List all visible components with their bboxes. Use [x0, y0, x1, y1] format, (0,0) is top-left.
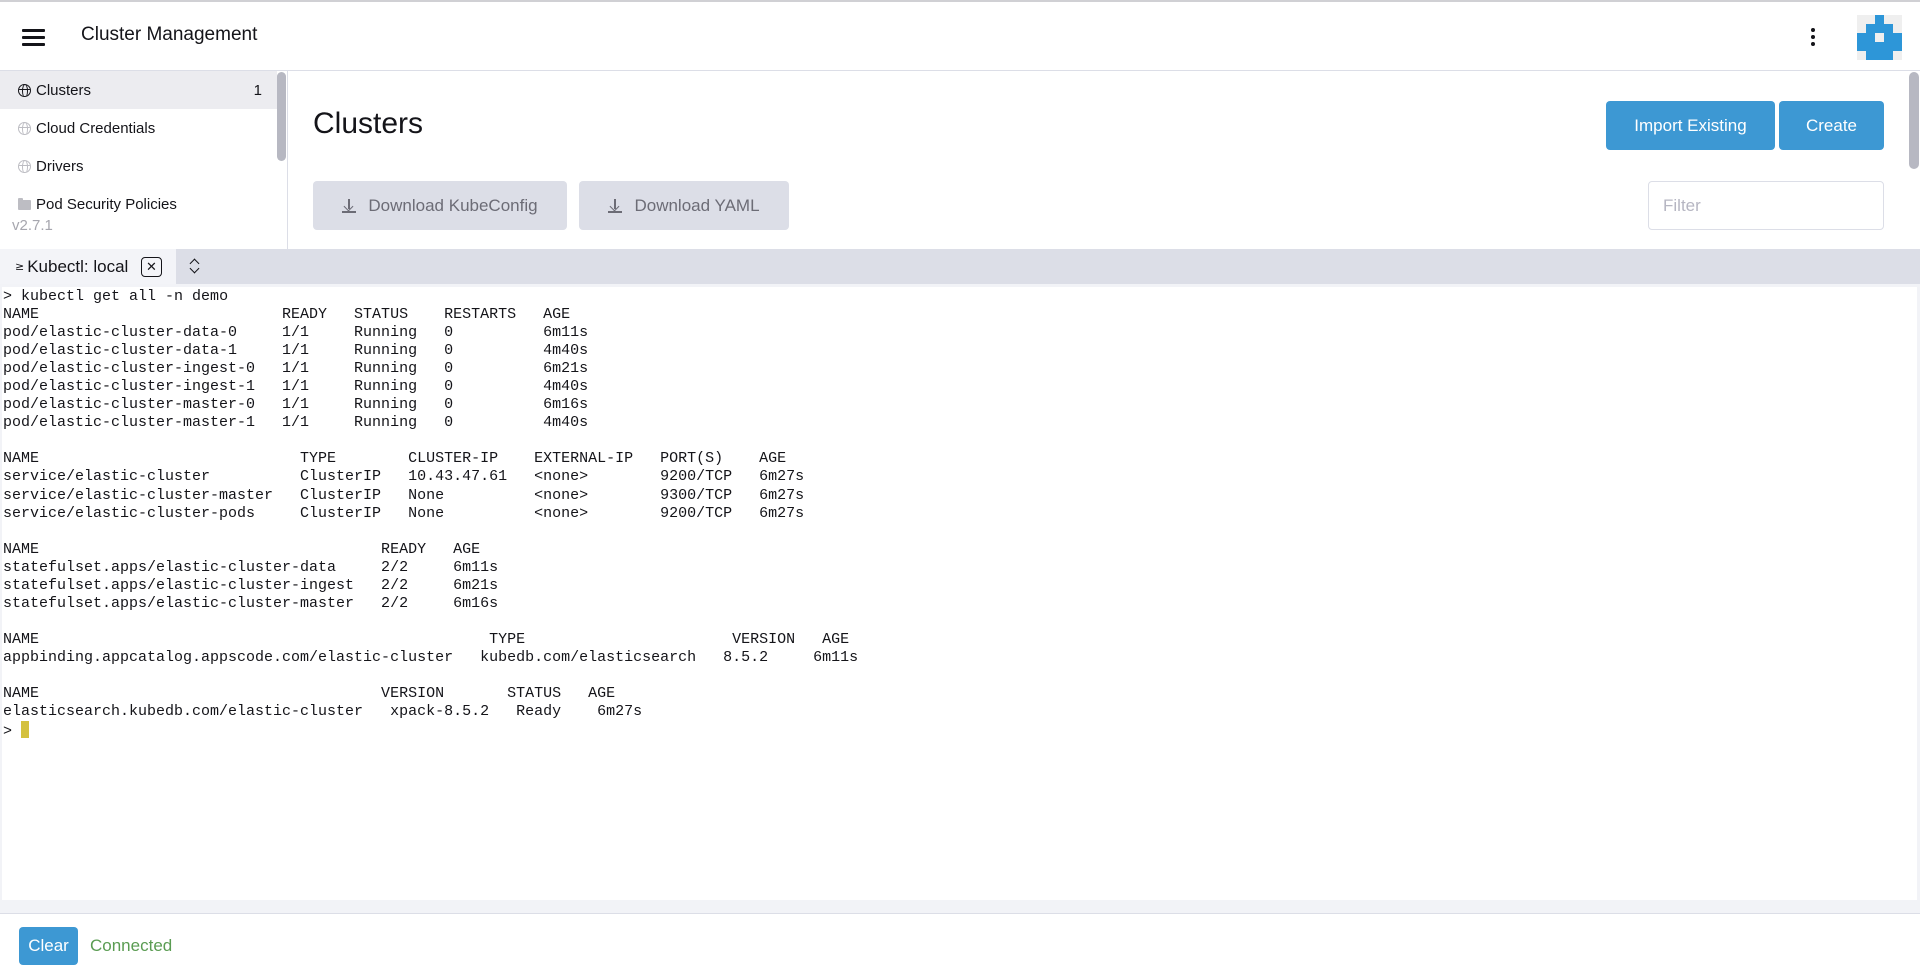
avatar-cell — [1866, 42, 1875, 51]
command-line: kubectl get all -n demo — [21, 288, 229, 305]
avatar-cell — [1866, 51, 1875, 60]
avatar-cell — [1875, 33, 1884, 42]
sidebar-scrollbar[interactable] — [277, 72, 286, 161]
download-kubeconfig-label: Download KubeConfig — [368, 195, 538, 215]
avatar-cell — [1875, 51, 1884, 60]
terminal-tabbar: ≥ Kubectl: local ✕ — [0, 249, 1920, 284]
avatar-cell — [1893, 51, 1902, 60]
globe-icon — [18, 83, 31, 97]
avatar-cell — [1884, 33, 1893, 42]
download-yaml-label: Download YAML — [634, 195, 760, 215]
avatar-cell — [1857, 15, 1866, 24]
expand-collapse-icon[interactable] — [188, 256, 202, 276]
avatar-cell — [1893, 42, 1902, 51]
app-header: Cluster Management — [0, 0, 1920, 71]
avatar-cell — [1857, 33, 1866, 42]
sidebar-item-label: Pod Security Policies — [36, 195, 177, 213]
terminal-text: > kubectl get all -n demo NAME READY STA… — [3, 288, 858, 741]
kebab-menu-icon[interactable] — [1808, 26, 1818, 48]
sidebar-item-cloud-credentials[interactable]: Cloud Credentials — [0, 109, 277, 147]
avatar-cell — [1893, 15, 1902, 24]
terminal-footer: Clear Connected — [0, 914, 1920, 976]
avatar-cell — [1884, 24, 1893, 33]
avatar-cell — [1875, 15, 1884, 24]
close-icon[interactable]: ✕ — [141, 257, 162, 277]
terminal-container: > kubectl get all -n demo NAME READY STA… — [0, 284, 1920, 914]
hamburger-menu-icon[interactable] — [22, 28, 46, 46]
terminal-output[interactable]: > kubectl get all -n demo NAME READY STA… — [2, 287, 1917, 900]
avatar-cell — [1875, 42, 1884, 51]
main-content: Clusters Import Existing Create Download… — [288, 71, 1920, 249]
create-button[interactable]: Create — [1779, 101, 1884, 150]
tab-label: Kubectl: local — [27, 256, 129, 276]
avatar-cell — [1857, 42, 1866, 51]
avatar-cell — [1857, 51, 1866, 60]
avatar-cell — [1875, 24, 1884, 33]
import-existing-button[interactable]: Import Existing — [1606, 101, 1775, 150]
sidebar-item-clusters[interactable]: Clusters 1 — [0, 71, 277, 109]
avatar-cell — [1893, 33, 1902, 42]
connection-status: Connected — [90, 936, 173, 955]
avatar-cell — [1857, 24, 1866, 33]
avatar-cell — [1884, 15, 1893, 24]
download-icon — [342, 198, 357, 213]
avatar-cell — [1866, 24, 1875, 33]
prompt: > — [3, 288, 13, 305]
globe-icon — [18, 121, 31, 135]
user-avatar[interactable] — [1857, 15, 1902, 60]
command-output: NAME READY STATUS RESTARTS AGE pod/elast… — [3, 306, 859, 721]
terminal-cursor — [21, 721, 30, 739]
download-icon — [608, 198, 623, 213]
main-scrollbar[interactable] — [1909, 72, 1919, 169]
sidebar-item-drivers[interactable]: Drivers — [0, 147, 277, 185]
sidebar-item-label: Cloud Credentials — [36, 119, 156, 137]
terminal-icon: ≥ — [15, 260, 25, 273]
avatar-cell — [1884, 51, 1893, 60]
globe-icon — [18, 159, 31, 173]
download-yaml-button[interactable]: Download YAML — [579, 181, 789, 230]
clear-button[interactable]: Clear — [19, 927, 78, 965]
sidebar: Clusters 1 Cloud Credentials Drivers Pod… — [0, 71, 288, 249]
sidebar-item-count: 1 — [253, 81, 262, 99]
download-kubeconfig-button[interactable]: Download KubeConfig — [313, 181, 567, 230]
filter-input[interactable] — [1648, 181, 1884, 230]
sidebar-item-label: Clusters — [36, 81, 92, 99]
version-label: v2.7.1 — [12, 217, 53, 234]
avatar-cell — [1866, 15, 1875, 24]
page-title: Clusters — [313, 107, 424, 140]
avatar-cell — [1884, 42, 1893, 51]
prompt: > — [3, 723, 13, 741]
avatar-cell — [1866, 33, 1875, 42]
app-title: Cluster Management — [81, 24, 258, 45]
folder-icon — [18, 198, 31, 210]
avatar-cell — [1893, 24, 1902, 33]
sidebar-item-label: Drivers — [36, 157, 84, 175]
